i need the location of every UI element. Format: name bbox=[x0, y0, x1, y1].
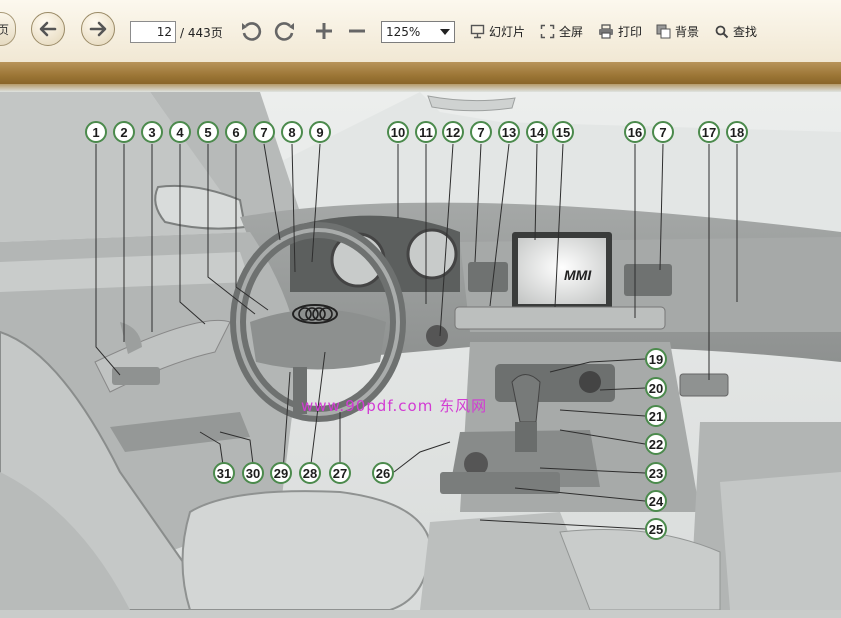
callout-10: 10 bbox=[387, 121, 409, 143]
viewer-toolbar: 页 / 443页 125% bbox=[0, 0, 841, 63]
background-icon bbox=[656, 24, 671, 39]
callout-24: 24 bbox=[645, 490, 667, 512]
callout-22: 22 bbox=[645, 433, 667, 455]
callout-30: 30 bbox=[242, 462, 264, 484]
callout-21: 21 bbox=[645, 405, 667, 427]
background-label: 背景 bbox=[675, 25, 700, 39]
callout-12: 12 bbox=[442, 121, 464, 143]
slideshow-label: 幻灯片 bbox=[489, 25, 526, 39]
arrow-right-icon bbox=[89, 21, 107, 37]
callout-6: 6 bbox=[225, 121, 247, 143]
car-interior-illustration: MMI bbox=[0, 92, 841, 610]
background-button[interactable]: 背景 bbox=[656, 23, 699, 40]
callout-31: 31 bbox=[213, 462, 235, 484]
callout-27: 27 bbox=[329, 462, 351, 484]
callout-3: 3 bbox=[141, 121, 163, 143]
mmi-screen-logo: MMI bbox=[564, 267, 592, 283]
fullscreen-button[interactable]: 全屏 bbox=[540, 23, 583, 40]
callout-7a: 7 bbox=[253, 121, 275, 143]
callout-13: 13 bbox=[498, 121, 520, 143]
callout-7b: 7 bbox=[470, 121, 492, 143]
callout-4: 4 bbox=[169, 121, 191, 143]
rotate-right-icon bbox=[274, 22, 294, 41]
callout-23: 23 bbox=[645, 462, 667, 484]
callout-14: 14 bbox=[526, 121, 548, 143]
prev-page-tab-label: 页 bbox=[0, 22, 9, 37]
zoom-in-button[interactable] bbox=[311, 18, 337, 44]
callout-2: 2 bbox=[113, 121, 135, 143]
arrow-left-icon bbox=[39, 21, 57, 37]
callout-18: 18 bbox=[726, 121, 748, 143]
callout-5: 5 bbox=[197, 121, 219, 143]
back-button[interactable] bbox=[31, 12, 65, 46]
callout-28: 28 bbox=[299, 462, 321, 484]
strip-shadow bbox=[0, 84, 841, 92]
plus-icon bbox=[316, 23, 332, 39]
page-bottom-gap bbox=[0, 610, 841, 618]
callout-9: 9 bbox=[309, 121, 331, 143]
print-label: 打印 bbox=[618, 25, 643, 39]
print-button[interactable]: 打印 bbox=[598, 23, 642, 40]
zoom-select[interactable]: 125% bbox=[381, 21, 455, 43]
callout-15: 15 bbox=[552, 121, 574, 143]
callout-25: 25 bbox=[645, 518, 667, 540]
find-label: 查找 bbox=[733, 25, 758, 39]
rotate-right-button[interactable] bbox=[272, 18, 298, 44]
callout-8: 8 bbox=[281, 121, 303, 143]
rotate-left-button[interactable] bbox=[238, 18, 264, 44]
printer-icon bbox=[599, 24, 613, 39]
toolbar-bottom-strip bbox=[0, 62, 841, 84]
document-page[interactable]: MMI 1 2 3 4 5 6 7 8 9 10 11 12 7 13 14 1… bbox=[0, 92, 841, 610]
find-button[interactable]: 查找 bbox=[715, 23, 757, 40]
callout-1: 1 bbox=[85, 121, 107, 143]
search-icon bbox=[715, 25, 729, 38]
slideshow-button[interactable]: 幻灯片 bbox=[470, 23, 525, 40]
watermark-text: www.90pdf.com 东风网 bbox=[301, 397, 488, 415]
callout-19: 19 bbox=[645, 348, 667, 370]
callout-29: 29 bbox=[270, 462, 292, 484]
callout-7c: 7 bbox=[652, 121, 674, 143]
callout-11: 11 bbox=[415, 121, 437, 143]
zoom-value: 125% bbox=[386, 25, 421, 39]
rotate-left-icon bbox=[242, 22, 262, 41]
projector-icon bbox=[470, 24, 485, 39]
chevron-down-icon bbox=[440, 29, 450, 35]
page-total: / 443页 bbox=[180, 26, 223, 40]
prev-page-tab[interactable]: 页 bbox=[0, 12, 16, 46]
fullscreen-label: 全屏 bbox=[559, 25, 584, 39]
callout-16: 16 bbox=[624, 121, 646, 143]
callout-17: 17 bbox=[698, 121, 720, 143]
callout-26: 26 bbox=[372, 462, 394, 484]
page-number-input[interactable] bbox=[130, 21, 176, 43]
fullscreen-icon bbox=[540, 24, 555, 39]
forward-button[interactable] bbox=[81, 12, 115, 46]
zoom-out-button[interactable] bbox=[344, 18, 370, 44]
callout-20: 20 bbox=[645, 377, 667, 399]
minus-icon bbox=[349, 29, 365, 33]
